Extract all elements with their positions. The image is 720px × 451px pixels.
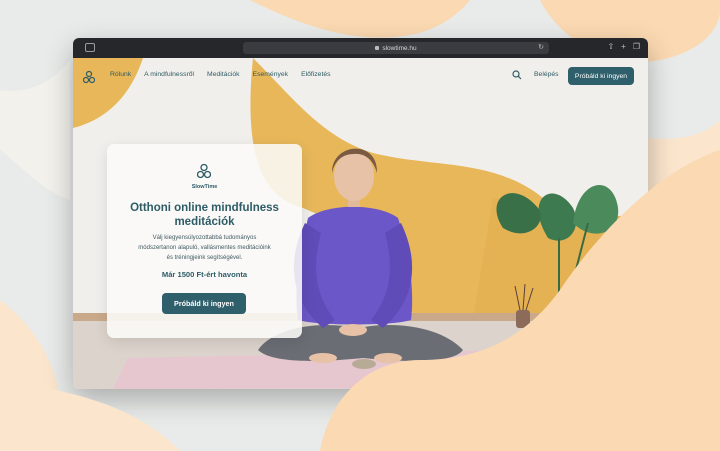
slowtime-card-logo-icon [197,163,211,179]
slowtime-logo-icon[interactable] [83,70,95,84]
search-icon[interactable] [512,70,522,80]
nav-link-meditaciok[interactable]: Meditációk [207,71,240,78]
address-bar[interactable]: slowtime.hu ↻ [243,42,549,54]
hero-title-line-2: meditációk [174,216,235,228]
hero-price: Már 1500 Ft-ért havonta [161,270,248,279]
page-viewport: Rólunk A mindfulnessről Meditációk Esemé… [73,58,648,389]
nav-link-elofizetes[interactable]: Előfizetés [301,71,330,78]
new-tab-icon[interactable]: + [621,42,626,51]
hero-title: Otthoni online mindfulness meditációk [117,201,292,229]
try-free-button-nav[interactable]: Próbáld ki ingyen [568,67,634,85]
main-nav: Rólunk A mindfulnessről Meditációk Esemé… [110,71,331,78]
url-text: slowtime.hu [382,44,417,52]
try-free-button-hero[interactable]: Próbáld ki ingyen [162,293,246,314]
browser-window: slowtime.hu ↻ ⇧ + ❐ Rólunk A mindfulness… [73,38,648,389]
nav-link-esemenyek[interactable]: Események [253,71,289,78]
reload-icon[interactable]: ↻ [538,43,544,51]
hero-card: SlowTime Otthoni online mindfulness medi… [107,144,302,338]
hero-desc-line-3: és tréningjeink segítségével. [166,255,243,261]
hero-desc-line-1: Válj kiegyensúlyozottabbá tudományos [152,235,257,241]
site-navbar: Rólunk A mindfulnessről Meditációk Esemé… [73,58,648,96]
share-icon[interactable]: ⇧ [607,42,614,51]
hero-description: Válj kiegyensúlyozottabbá tudományos mód… [123,233,286,263]
hero-title-line-1: Otthoni online mindfulness [130,202,279,214]
tabs-overview-icon[interactable]: ❐ [633,42,640,51]
nav-link-mindfulness[interactable]: A mindfulnessről [144,71,194,78]
brand-name: SlowTime [191,184,218,190]
lock-icon [375,46,380,50]
hero-desc-line-2: módszertanon alapuló, vallásmentes medit… [138,245,271,251]
browser-toolbar: slowtime.hu ↻ ⇧ + ❐ [73,38,648,58]
login-link[interactable]: Belépés [534,71,559,78]
sidebar-toggle-icon[interactable] [85,43,95,52]
nav-link-rolunk[interactable]: Rólunk [110,71,131,78]
